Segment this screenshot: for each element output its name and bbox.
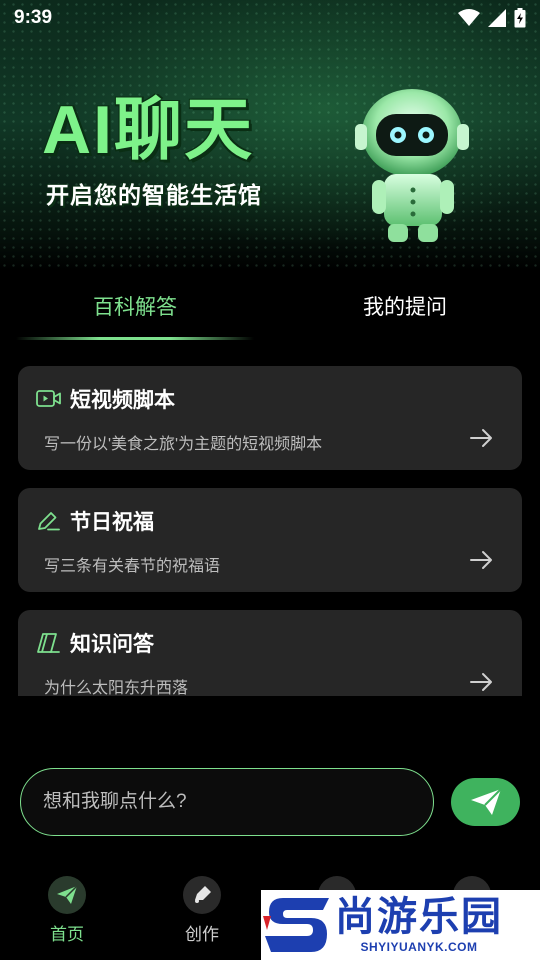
card-title: 节日祝福: [70, 511, 154, 534]
suggestion-list: 短视频脚本 写一份以'美食之旅'为主题的短视频脚本 节日祝福 写三条有关春节的祝…: [18, 366, 522, 696]
status-time: 9:39: [14, 7, 53, 28]
suggestion-card-holiday-greetings[interactable]: 节日祝福 写三条有关春节的祝福语: [18, 488, 522, 592]
nav-create[interactable]: 创作: [162, 876, 242, 945]
nav-icon-wrap: [183, 876, 221, 914]
card-description: 写三条有关春节的祝福语: [44, 558, 221, 575]
card-description: 写一份以'美食之旅'为主题的短视频脚本: [44, 436, 323, 453]
watermark-en: SHYIYUANYK.COM: [360, 939, 478, 954]
card-title-row: 短视频脚本: [36, 384, 175, 414]
card-title-row: 知识问答: [36, 628, 154, 658]
tab-my-questions[interactable]: 我的提问: [270, 270, 540, 342]
card-title-row: 节日祝福: [36, 506, 154, 536]
card-description: 为什么太阳东升西落: [44, 680, 189, 696]
paper-plane-icon: [57, 885, 78, 904]
battery-icon: [514, 8, 526, 28]
tab-active-indicator: [16, 337, 254, 340]
cell-signal-icon: [488, 9, 506, 27]
pencil-icon: [38, 512, 60, 531]
hero-subtitle: 开启您的智能生活馆: [46, 182, 262, 208]
s-logo-icon: [263, 898, 329, 952]
arrow-right-icon: [470, 551, 492, 569]
video-icon: [36, 390, 61, 407]
arrow-right-icon: [470, 673, 492, 691]
watermark-cn: 尚游乐园: [335, 894, 503, 939]
suggestion-card-knowledge-qa[interactable]: 知识问答 为什么太阳东升西落: [18, 610, 522, 696]
chat-input[interactable]: [21, 769, 433, 835]
status-bar: 9:39: [0, 0, 540, 36]
hero-banner: AI聊天 开启您的智能生活馆: [0, 0, 540, 270]
pen-icon: [195, 886, 211, 903]
nav-label: 创作: [185, 925, 219, 944]
send-button[interactable]: [451, 778, 520, 826]
tab-label: 我的提问: [363, 296, 447, 319]
nav-label: 首页: [50, 925, 84, 944]
paper-plane-icon: [470, 788, 502, 815]
tab-bar: 百科解答 我的提问: [0, 270, 540, 342]
suggestion-card-video-script[interactable]: 短视频脚本 写一份以'美食之旅'为主题的短视频脚本: [18, 366, 522, 470]
hero-title: AI聊天: [42, 92, 255, 168]
tab-label: 百科解答: [93, 296, 177, 319]
robot-mascot-icon: [355, 89, 469, 242]
card-title: 短视频脚本: [70, 389, 175, 412]
card-title: 知识问答: [70, 633, 154, 656]
status-icons: [458, 8, 526, 28]
tab-encyclopedia[interactable]: 百科解答: [0, 270, 270, 342]
watermark-logo: 尚游乐园 SHYIYUANYK.COM: [261, 890, 540, 960]
wifi-icon: [458, 9, 480, 26]
book-icon: [37, 633, 60, 653]
nav-home[interactable]: 首页: [27, 876, 107, 945]
watermark-text: 尚游乐园 SHYIYUANYK.COM: [335, 897, 503, 954]
chat-input-container: [20, 768, 434, 836]
arrow-right-icon: [470, 429, 492, 447]
nav-icon-wrap: [48, 876, 86, 914]
